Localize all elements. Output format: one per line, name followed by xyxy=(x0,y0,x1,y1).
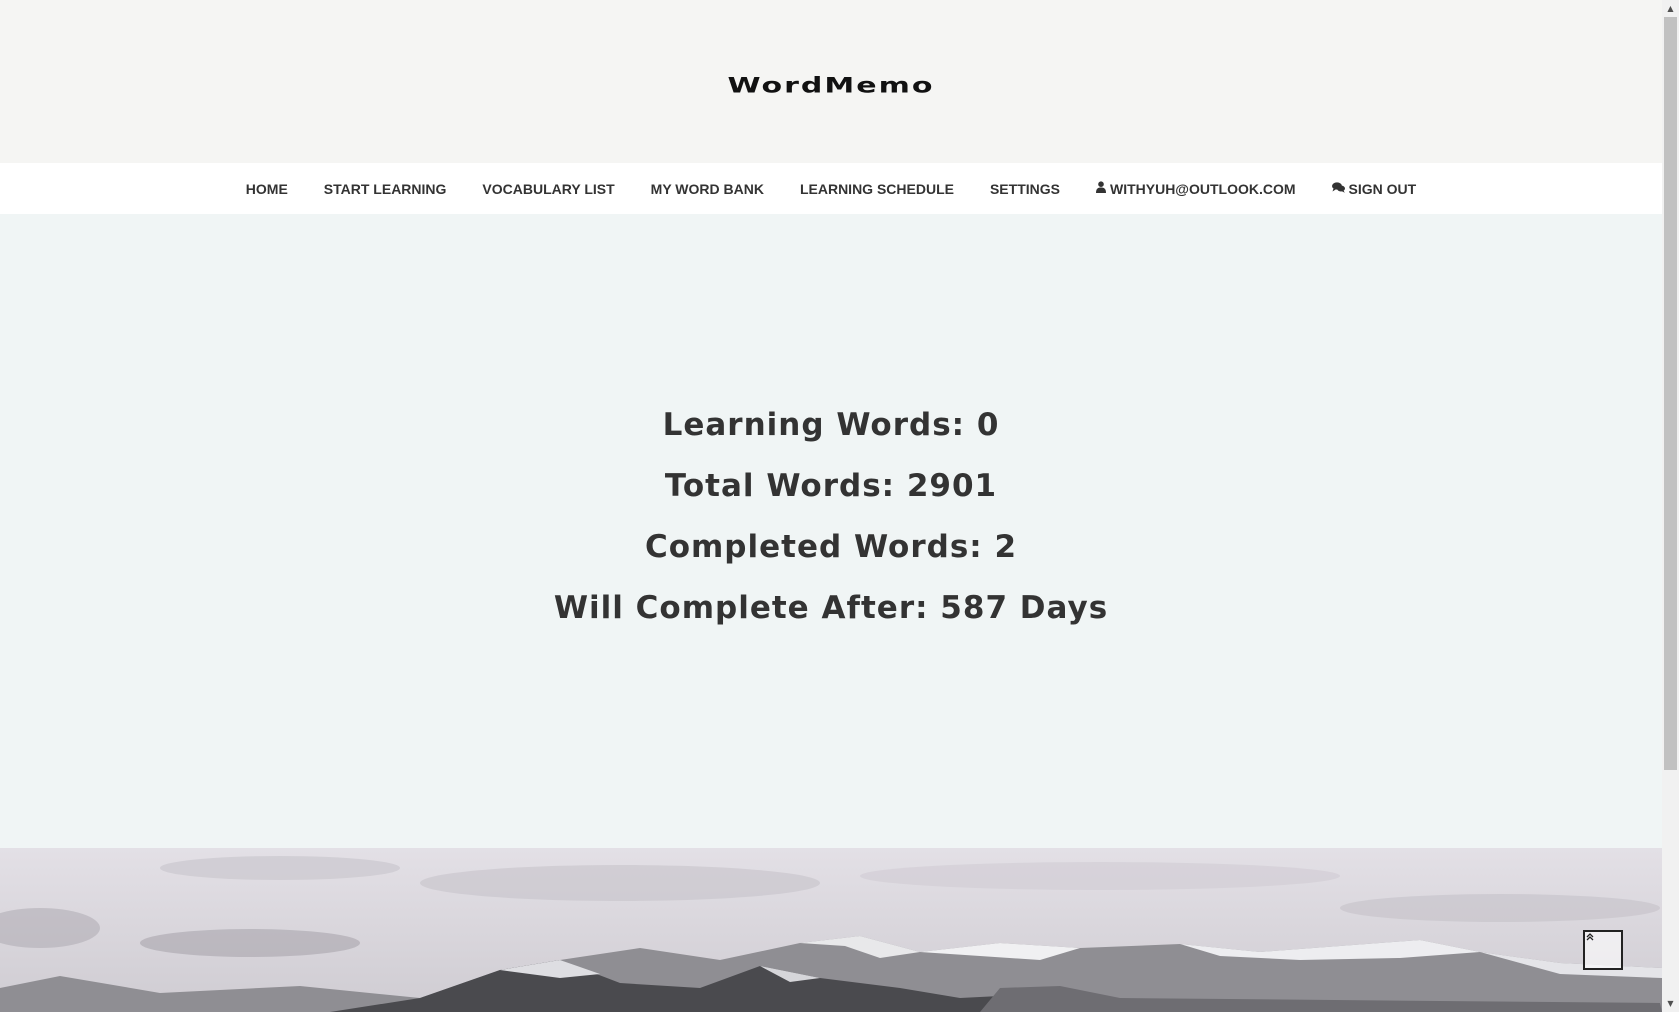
mountain-banner xyxy=(0,848,1662,1012)
nav-start-learning[interactable]: START LEARNING xyxy=(306,181,465,197)
stats-panel: Learning Words: 0 Total Words: 2901 Comp… xyxy=(0,214,1662,848)
total-words-stat: Total Words: 2901 xyxy=(664,468,998,504)
scroll-down-arrow-icon[interactable]: ▼ xyxy=(1662,995,1679,1012)
nav-my-word-bank[interactable]: MY WORD BANK xyxy=(633,181,782,197)
scrollbar-thumb[interactable] xyxy=(1664,17,1677,770)
comments-icon xyxy=(1331,181,1345,196)
user-email-label: WITHYUH@OUTLOOK.COM xyxy=(1109,180,1296,197)
vertical-scrollbar[interactable]: ▲ ▼ xyxy=(1662,0,1679,1012)
back-to-top-button[interactable] xyxy=(1583,930,1623,970)
learning-words-stat: Learning Words: 0 xyxy=(662,407,1000,443)
user-icon xyxy=(1095,181,1106,196)
site-header: WordMemo xyxy=(0,0,1662,163)
nav-sign-out[interactable]: SIGN OUT xyxy=(1314,181,1435,197)
completed-words-stat: Completed Words: 2 xyxy=(644,529,1018,565)
completion-estimate-stat: Will Complete After: 587 Days xyxy=(553,590,1109,626)
nav-home[interactable]: HOME xyxy=(228,181,306,197)
nav-settings[interactable]: SETTINGS xyxy=(972,181,1078,197)
scroll-up-arrow-icon[interactable]: ▲ xyxy=(1662,0,1679,17)
nav-user-account[interactable]: WITHYUH@OUTLOOK.COM xyxy=(1078,181,1314,197)
nav-vocabulary-list[interactable]: VOCABULARY LIST xyxy=(464,181,632,197)
wordmemo-logo[interactable]: WordMemo xyxy=(728,73,935,98)
page: WordMemo HOME START LEARNING VOCABULARY … xyxy=(0,0,1662,1012)
main-nav: HOME START LEARNING VOCABULARY LIST MY W… xyxy=(0,163,1662,214)
mountain-image xyxy=(0,848,1662,1012)
nav-learning-schedule[interactable]: LEARNING SCHEDULE xyxy=(782,181,972,197)
sign-out-label: SIGN OUT xyxy=(1348,180,1417,197)
